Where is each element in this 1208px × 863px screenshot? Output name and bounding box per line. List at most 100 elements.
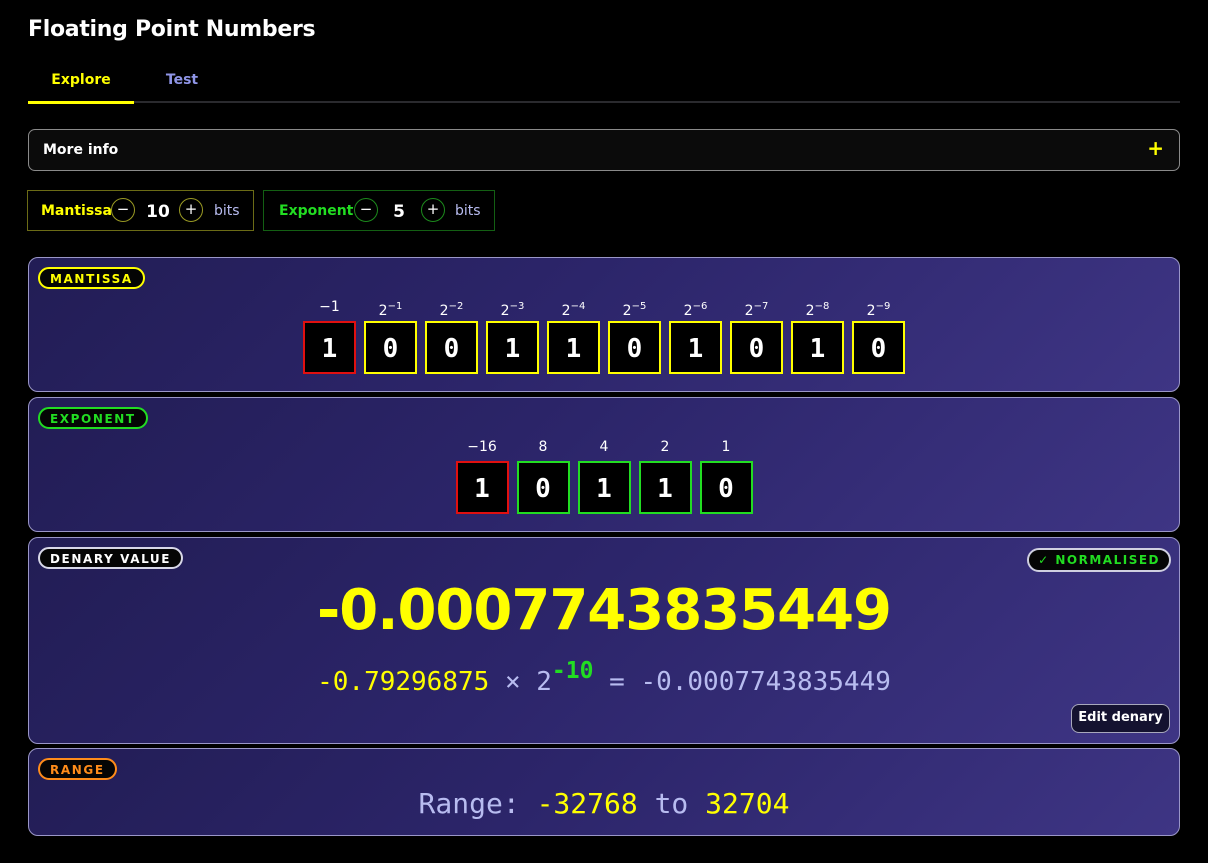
exponent-bit[interactable]: 0 xyxy=(699,461,753,514)
mantissa-bit-column: −1 1 xyxy=(301,297,358,374)
mantissa-bits-unit: bits xyxy=(214,203,240,219)
mantissa-bit-weight: 2−6 xyxy=(667,297,724,321)
mantissa-bit[interactable]: 0 xyxy=(852,321,905,374)
range-text: Range: -32768 to 32704 xyxy=(29,787,1179,820)
exponent-bits-control: Exponent − 5 + bits xyxy=(263,190,495,231)
mantissa-bit-weight: 2−9 xyxy=(850,297,907,321)
exponent-control-label: Exponent xyxy=(279,203,354,219)
exponent-bit[interactable]: 0 xyxy=(516,461,570,514)
range-min: -32768 xyxy=(536,787,638,820)
mantissa-bit-column: 2−7 0 xyxy=(728,297,785,374)
mantissa-bit-weight: 2−1 xyxy=(362,297,419,321)
formula-equals: = xyxy=(609,667,625,697)
exponent-bit-column: 10 xyxy=(698,437,755,514)
mantissa-bit[interactable]: 0 xyxy=(425,321,478,374)
expand-plus-icon[interactable]: + xyxy=(1147,136,1164,160)
weight-exponent: −6 xyxy=(692,301,708,312)
mantissa-panel: MANTISSA −1 1 2−1 0 2−2 0 2−3 1 2−4 1 2−5 0 2−6 1 2−7 0… xyxy=(28,257,1180,392)
mantissa-bit-column: 2−4 1 xyxy=(545,297,602,374)
mantissa-bit[interactable]: 0 xyxy=(608,321,661,374)
mantissa-increase-button[interactable]: + xyxy=(179,198,203,222)
mantissa-decrease-button[interactable]: − xyxy=(111,198,135,222)
weight-base: 4 xyxy=(599,439,609,455)
denary-section-label: DENARY VALUE xyxy=(38,547,184,569)
mantissa-bit-weight: 2−4 xyxy=(545,297,602,321)
exponent-bit-column: 41 xyxy=(576,437,633,514)
range-section-label: RANGE xyxy=(38,758,117,780)
exponent-section-label: EXPONENT xyxy=(38,407,148,429)
denary-formula: -0.79296875 × 2-10 = -0.0007743835449 xyxy=(29,658,1179,697)
weight-base: −16 xyxy=(467,439,497,455)
mantissa-bit[interactable]: 1 xyxy=(669,321,722,374)
range-prefix: Range: xyxy=(418,787,520,820)
mantissa-sign-bit[interactable]: 1 xyxy=(303,321,356,374)
mantissa-bit-row: −1 1 2−1 0 2−2 0 2−3 1 2−4 1 2−5 0 2−6 1 2−7 0 2−8 1 2−9 0 xyxy=(29,297,1179,374)
exponent-bit-column: 80 xyxy=(515,437,572,514)
exponent-bit[interactable]: 1 xyxy=(638,461,692,514)
mantissa-bit[interactable]: 0 xyxy=(364,321,417,374)
mantissa-bit-column: 2−5 0 xyxy=(606,297,663,374)
weight-base: 8 xyxy=(538,439,548,455)
weight-base: 1 xyxy=(721,439,731,455)
tab-explore[interactable]: Explore xyxy=(28,60,134,104)
mantissa-bit-column: 2−1 0 xyxy=(362,297,419,374)
exponent-panel: EXPONENT −16 1 8 0 4 1 2 1 1 0 xyxy=(28,397,1180,532)
mantissa-bit-weight: 2−7 xyxy=(728,297,785,321)
weight-exponent: −4 xyxy=(570,301,586,312)
mantissa-bit-column: 2−8 1 xyxy=(789,297,846,374)
denary-value: -0.0007743835449 xyxy=(316,578,892,643)
exponent-bit-weight: −16 xyxy=(454,437,511,461)
mantissa-bit[interactable]: 1 xyxy=(547,321,600,374)
formula-times: × xyxy=(504,667,521,697)
normalised-badge: ✓ NORMALISED xyxy=(1027,548,1171,572)
weight-base: 2 xyxy=(561,303,571,319)
page-title: Floating Point Numbers xyxy=(28,17,316,42)
mantissa-bit-column: 2−9 0 xyxy=(850,297,907,374)
weight-exponent: −2 xyxy=(448,301,464,312)
exponent-bit[interactable]: 1 xyxy=(577,461,631,514)
denary-panel: DENARY VALUE ✓ NORMALISED -0.00077438354… xyxy=(28,537,1180,744)
mantissa-bit[interactable]: 1 xyxy=(486,321,539,374)
mantissa-bit-weight: 2−3 xyxy=(484,297,541,321)
weight-exponent: −8 xyxy=(814,301,830,312)
mantissa-bit-weight: 2−8 xyxy=(789,297,846,321)
exponent-increase-button[interactable]: + xyxy=(421,198,445,222)
mantissa-control-label: Mantissa xyxy=(41,203,112,219)
exponent-sign-bit[interactable]: 1 xyxy=(455,461,509,514)
tab-test[interactable]: Test xyxy=(134,60,230,101)
exponent-bit-column: 21 xyxy=(637,437,694,514)
mantissa-bit[interactable]: 0 xyxy=(730,321,783,374)
exponent-bits-unit: bits xyxy=(455,203,481,219)
weight-base: 2 xyxy=(805,303,815,319)
exponent-bit-weight: 8 xyxy=(515,437,572,461)
more-info-label: More info xyxy=(43,142,119,158)
mantissa-bits-control: Mantissa − 10 + bits xyxy=(27,190,254,231)
weight-exponent: −9 xyxy=(875,301,891,312)
mantissa-bits-value: 10 xyxy=(146,202,170,222)
exponent-bit-column: −16 1 xyxy=(454,437,511,514)
formula-mantissa: -0.79296875 xyxy=(317,667,490,697)
weight-base: 2 xyxy=(500,303,510,319)
mantissa-section-label: MANTISSA xyxy=(38,267,145,289)
more-info-accordion[interactable]: More info + xyxy=(28,129,1180,171)
formula-base: 2 xyxy=(536,667,552,697)
weight-base: 2 xyxy=(439,303,449,319)
weight-base: 2 xyxy=(683,303,693,319)
edit-denary-button[interactable]: Edit denary xyxy=(1071,704,1170,733)
mantissa-bit-column: 2−3 1 xyxy=(484,297,541,374)
weight-base: 2 xyxy=(622,303,632,319)
mantissa-bit-column: 2−2 0 xyxy=(423,297,480,374)
exponent-bits-value: 5 xyxy=(393,202,405,222)
exponent-bit-weight: 1 xyxy=(698,437,755,461)
mantissa-bit-column: 2−6 1 xyxy=(667,297,724,374)
weight-base: 2 xyxy=(378,303,388,319)
weight-exponent: −3 xyxy=(509,301,525,312)
exponent-decrease-button[interactable]: − xyxy=(354,198,378,222)
exponent-bit-row: −16 1 8 0 4 1 2 1 1 0 xyxy=(29,437,1179,514)
mantissa-bit-weight: 2−2 xyxy=(423,297,480,321)
mantissa-bit[interactable]: 1 xyxy=(791,321,844,374)
mantissa-bit-weight: 2−5 xyxy=(606,297,663,321)
range-panel: RANGE Range: -32768 to 32704 xyxy=(28,748,1180,836)
weight-exponent: −5 xyxy=(631,301,647,312)
weight-exponent: −7 xyxy=(753,301,769,312)
